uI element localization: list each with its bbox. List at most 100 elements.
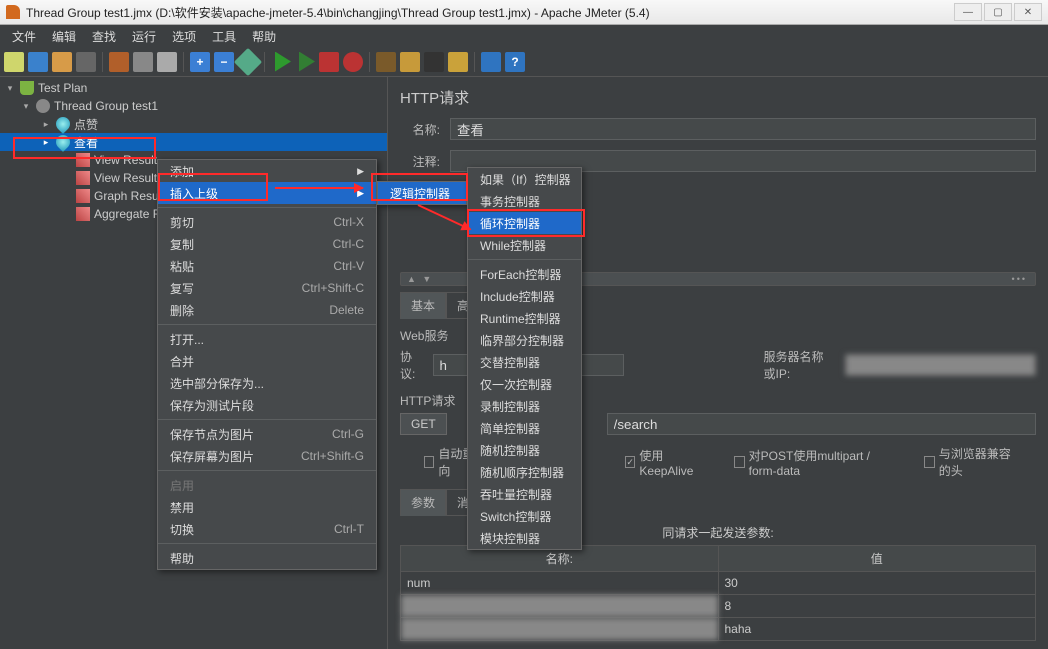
keepalive-checkbox[interactable]: ✓使用 KeepAlive (625, 447, 708, 478)
listener-icon (76, 189, 90, 203)
search-icon[interactable] (424, 52, 444, 72)
ctx-merge[interactable]: 合并 (158, 350, 376, 372)
tree-sampler-like[interactable]: ▸点赞 (0, 115, 387, 133)
sm-controller-item[interactable]: 仅一次控制器 (468, 373, 581, 395)
menubar: 文件 编辑 查找 运行 选项 工具 帮助 (0, 25, 1048, 47)
params-table[interactable]: 名称:值 num30 8 haha (400, 545, 1036, 641)
ctx-enable: 启用 (158, 474, 376, 496)
reset-search-icon[interactable] (448, 52, 468, 72)
browser-header-checkbox[interactable]: 与浏览器兼容的头 (924, 445, 1020, 479)
menu-tools[interactable]: 工具 (204, 26, 244, 47)
toggle-icon[interactable] (234, 47, 262, 75)
menu-file[interactable]: 文件 (4, 26, 44, 47)
cut-icon[interactable] (109, 52, 129, 72)
sampler-icon (53, 114, 73, 134)
ctx-paste[interactable]: 粘贴Ctrl-V (158, 255, 376, 277)
listener-icon (76, 153, 90, 167)
multipart-checkbox[interactable]: 对POST使用multipart / form-data (734, 447, 898, 478)
maximize-button[interactable]: ▢ (984, 3, 1012, 21)
copy-icon[interactable] (133, 52, 153, 72)
ctx-save-fragment[interactable]: 保存为测试片段 (158, 394, 376, 416)
tab-params[interactable]: 参数 (400, 489, 446, 516)
col-value: 值 (718, 546, 1036, 572)
sm-controller-item[interactable]: While控制器 (468, 234, 581, 256)
window-title: Thread Group test1.jmx (D:\软件安装\apache-j… (26, 4, 650, 21)
tree-sampler-view[interactable]: ▸查看 (0, 133, 387, 151)
tree-child-label: View Result (94, 153, 157, 167)
ctx-insert-parent[interactable]: 插入上级▶ (158, 182, 376, 204)
submenu-logic-controllers[interactable]: 如果（If）控制器事务控制器循环控制器While控制器 ForEach控制器Inc… (467, 167, 582, 550)
sm-controller-item[interactable]: 模块控制器 (468, 527, 581, 549)
ctx-open[interactable]: 打开... (158, 328, 376, 350)
expand-icon[interactable]: + (190, 52, 210, 72)
sm-controller-item[interactable]: 随机顺序控制器 (468, 461, 581, 483)
ctx-save-node-img[interactable]: 保存节点为图片Ctrl-G (158, 423, 376, 445)
menu-search[interactable]: 查找 (84, 26, 124, 47)
sm-controller-item[interactable]: Include控制器 (468, 285, 581, 307)
stop-icon[interactable] (319, 52, 339, 72)
comment-label: 注释: (400, 153, 440, 170)
menu-options[interactable]: 选项 (164, 26, 204, 47)
open-icon[interactable] (52, 52, 72, 72)
ctx-add[interactable]: 添加▶ (158, 160, 376, 182)
name-label: 名称: (400, 121, 440, 138)
name-input[interactable] (450, 118, 1036, 140)
ctx-cut[interactable]: 剪切Ctrl-X (158, 211, 376, 233)
annotation-arrow (275, 187, 363, 189)
ctx-toggle[interactable]: 切换Ctrl-T (158, 518, 376, 540)
sm-controller-item[interactable]: ForEach控制器 (468, 263, 581, 285)
ctx-duplicate[interactable]: 复写Ctrl+Shift-C (158, 277, 376, 299)
new-icon[interactable] (4, 52, 24, 72)
path-input[interactable] (607, 413, 1036, 435)
function-helper-icon[interactable] (481, 52, 501, 72)
tree-root[interactable]: ▾Test Plan (0, 79, 387, 97)
ctx-delete[interactable]: 删除Delete (158, 299, 376, 321)
table-row: 8 (401, 595, 1036, 618)
minimize-button[interactable]: — (954, 3, 982, 21)
method-select[interactable]: GET (400, 413, 447, 435)
help-icon[interactable]: ? (505, 52, 525, 72)
sm-controller-item[interactable]: 交替控制器 (468, 351, 581, 373)
start-icon[interactable] (271, 52, 291, 72)
tree-sampler-view-label: 查看 (74, 134, 98, 151)
tree-child-label: Aggregate R (94, 207, 161, 221)
tab-basic[interactable]: 基本 (400, 292, 446, 319)
sm-controller-item[interactable]: Runtime控制器 (468, 307, 581, 329)
titlebar: Thread Group test1.jmx (D:\软件安装\apache-j… (0, 0, 1048, 25)
ctx-copy[interactable]: 复制Ctrl-C (158, 233, 376, 255)
context-menu[interactable]: 添加▶ 插入上级▶ 剪切Ctrl-X 复制Ctrl-C 粘贴Ctrl-V 复写C… (157, 159, 377, 570)
clear-icon[interactable] (376, 52, 396, 72)
ctx-help[interactable]: 帮助 (158, 547, 376, 569)
clear-all-icon[interactable] (400, 52, 420, 72)
tree-thread-group-label: Thread Group test1 (54, 99, 158, 113)
ctx-disable[interactable]: 禁用 (158, 496, 376, 518)
sm-logic-controller[interactable]: 逻辑控制器▶ (378, 182, 466, 204)
table-row: num30 (401, 572, 1036, 595)
close-button[interactable]: ✕ (1014, 3, 1042, 21)
tree-thread-group[interactable]: ▾Thread Group test1 (0, 97, 387, 115)
sm-controller-item[interactable]: Switch控制器 (468, 505, 581, 527)
sm-controller-item[interactable]: 随机控制器 (468, 439, 581, 461)
sm-controller-item[interactable]: 简单控制器 (468, 417, 581, 439)
jmeter-icon (6, 5, 20, 19)
sm-controller-item[interactable]: 录制控制器 (468, 395, 581, 417)
start-no-timers-icon[interactable] (295, 52, 315, 72)
save-icon[interactable] (76, 52, 96, 72)
paste-icon[interactable] (157, 52, 177, 72)
ctx-save-selection[interactable]: 选中部分保存为... (158, 372, 376, 394)
sm-controller-item[interactable]: 吞吐量控制器 (468, 483, 581, 505)
sm-controller-item[interactable]: 临界部分控制器 (468, 329, 581, 351)
ctx-save-screen-img[interactable]: 保存屏幕为图片Ctrl+Shift-G (158, 445, 376, 467)
server-input[interactable] (845, 354, 1036, 376)
menu-edit[interactable]: 编辑 (44, 26, 84, 47)
sampler-icon (53, 132, 73, 152)
menu-help[interactable]: 帮助 (244, 26, 284, 47)
shutdown-icon[interactable] (343, 52, 363, 72)
collapse-icon[interactable]: − (214, 52, 234, 72)
menu-run[interactable]: 运行 (124, 26, 164, 47)
submenu-insert-parent[interactable]: 逻辑控制器▶ (377, 181, 467, 205)
sm-controller-item[interactable]: 事务控制器 (468, 190, 581, 212)
sm-controller-item[interactable]: 如果（If）控制器 (468, 168, 581, 190)
templates-icon[interactable] (28, 52, 48, 72)
sm-controller-item[interactable]: 循环控制器 (468, 212, 581, 234)
